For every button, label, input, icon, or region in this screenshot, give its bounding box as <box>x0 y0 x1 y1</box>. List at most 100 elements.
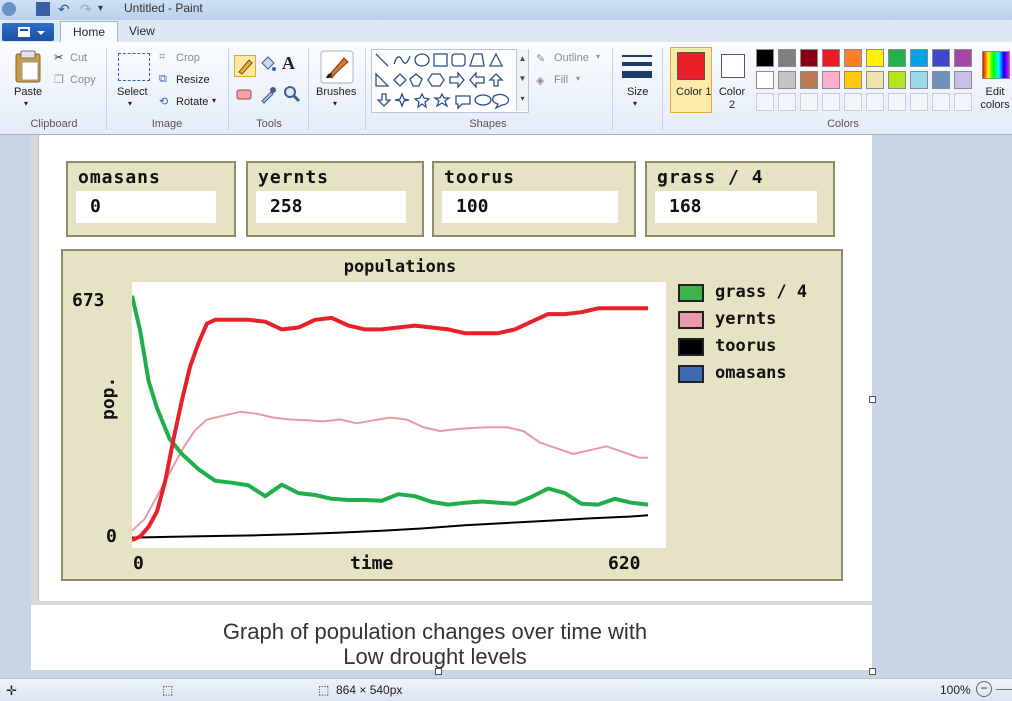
palette-swatch[interactable] <box>910 93 928 111</box>
selection-size-icon: ⬚ <box>162 683 174 697</box>
palette-swatch[interactable] <box>756 49 774 67</box>
resize-icon: ⧉ <box>159 73 167 85</box>
palette-swatch[interactable] <box>756 71 774 89</box>
brush-icon <box>320 50 354 84</box>
color2-label: Color 2 <box>718 86 746 111</box>
legend-label: grass / 4 <box>715 282 808 302</box>
palette-swatch[interactable] <box>778 71 796 89</box>
palette-swatch[interactable] <box>888 49 906 67</box>
crop-button[interactable]: Crop <box>176 52 200 64</box>
ribbon-separator <box>228 48 229 130</box>
shapes-scroll[interactable]: ▲ ▼ ▾ <box>516 49 528 111</box>
zoom-out-button[interactable]: − <box>976 681 992 697</box>
pencil-tool-button[interactable] <box>234 55 256 77</box>
save-icon[interactable] <box>36 2 50 16</box>
palette-swatch[interactable] <box>778 49 796 67</box>
text-tool-icon[interactable]: A <box>282 53 295 74</box>
image-bottom-border <box>31 601 872 605</box>
monitor-value: 100 <box>442 191 618 223</box>
legend-label: yernts <box>715 309 777 329</box>
edit-colors-button[interactable]: Edit colors <box>978 86 1012 112</box>
magnifier-icon <box>284 86 301 103</box>
copy-button[interactable]: Copy <box>70 74 96 86</box>
outline-button[interactable]: Outline <box>554 52 589 64</box>
palette-swatch[interactable] <box>910 49 928 67</box>
zoom-slider[interactable] <box>996 689 1012 690</box>
ribbon-separator <box>612 48 613 130</box>
select-button[interactable] <box>118 53 150 81</box>
tools-group-label: Tools <box>256 118 282 130</box>
fill-dropdown-icon[interactable]: ▾ <box>576 74 580 83</box>
ribbon-separator <box>308 48 309 130</box>
shapes-gallery[interactable] <box>371 49 529 113</box>
palette-swatch[interactable] <box>866 93 884 111</box>
palette-swatch[interactable] <box>954 49 972 67</box>
status-bar <box>0 678 1012 701</box>
app-menu-icon[interactable] <box>2 2 16 16</box>
x-min-label: 0 <box>133 553 144 574</box>
palette-swatch[interactable] <box>932 71 950 89</box>
redo-icon[interactable]: ↷ <box>80 2 94 16</box>
monitor-value: 258 <box>256 191 406 223</box>
palette-swatch[interactable] <box>756 93 774 111</box>
select-dropdown-icon[interactable]: ▾ <box>128 99 132 108</box>
palette-swatch[interactable] <box>888 71 906 89</box>
cut-button[interactable]: Cut <box>70 52 87 64</box>
rotate-button[interactable]: Rotate <box>176 96 208 108</box>
eraser-tool-button[interactable] <box>234 84 254 104</box>
size-button[interactable] <box>620 52 654 85</box>
pencil-icon <box>238 59 253 75</box>
palette-swatch[interactable] <box>844 49 862 67</box>
fill-icon: ◈ <box>536 75 545 87</box>
palette-swatch[interactable] <box>954 71 972 89</box>
outline-dropdown-icon[interactable]: ▾ <box>596 52 600 61</box>
palette-swatch[interactable] <box>778 93 796 111</box>
resize-button[interactable]: Resize <box>176 74 210 86</box>
tab-home[interactable]: Home <box>60 21 119 44</box>
color-picker-button[interactable] <box>258 84 278 104</box>
tab-view[interactable]: View <box>117 21 167 42</box>
legend-swatch <box>678 365 704 383</box>
palette-swatch[interactable] <box>888 93 906 111</box>
palette-swatch[interactable] <box>932 49 950 67</box>
undo-icon[interactable]: ↶ <box>58 2 72 16</box>
rotate-dropdown-icon[interactable]: ▾ <box>212 96 216 105</box>
palette-swatch[interactable] <box>800 93 818 111</box>
resize-handle-right[interactable] <box>869 396 876 403</box>
paste-button[interactable] <box>14 50 42 87</box>
palette-swatch[interactable] <box>844 93 862 111</box>
customize-quick-access-icon[interactable]: ▾ <box>98 2 112 16</box>
eyedropper-icon <box>261 87 276 104</box>
palette-swatch[interactable] <box>954 93 972 111</box>
clipboard-group-label: Clipboard <box>30 118 78 130</box>
palette-swatch[interactable] <box>910 71 928 89</box>
fill-button[interactable]: Fill <box>554 74 568 86</box>
palette-swatch[interactable] <box>932 93 950 111</box>
resize-handle-bottom[interactable] <box>435 668 442 675</box>
legend-swatch <box>678 338 704 356</box>
line-size-icon <box>622 55 652 78</box>
ribbon-separator <box>365 48 366 130</box>
paste-dropdown-icon[interactable]: ▾ <box>24 99 28 108</box>
size-dropdown-icon[interactable]: ▾ <box>633 99 637 108</box>
palette-swatch[interactable] <box>866 71 884 89</box>
color2-button[interactable] <box>721 54 745 78</box>
palette-swatch[interactable] <box>800 71 818 89</box>
monitor-omasans: omasans 0 <box>66 161 236 237</box>
palette-swatch[interactable] <box>822 93 840 111</box>
magnifier-button[interactable] <box>282 84 302 104</box>
brushes-dropdown-icon[interactable]: ▾ <box>333 99 337 108</box>
palette-swatch[interactable] <box>822 49 840 67</box>
plot-area <box>132 282 666 548</box>
fill-tool-button[interactable] <box>258 55 278 75</box>
paint-menu-button[interactable] <box>2 23 54 41</box>
palette-swatch[interactable] <box>822 71 840 89</box>
caption-line-1: Graph of population changes over time wi… <box>222 619 648 644</box>
palette-swatch[interactable] <box>866 49 884 67</box>
brushes-label: Brushes <box>316 86 357 98</box>
resize-handle-corner[interactable] <box>869 668 876 675</box>
palette-swatch[interactable] <box>800 49 818 67</box>
edit-colors-icon[interactable] <box>982 51 1010 79</box>
brushes-button[interactable] <box>320 50 354 87</box>
palette-swatch[interactable] <box>844 71 862 89</box>
